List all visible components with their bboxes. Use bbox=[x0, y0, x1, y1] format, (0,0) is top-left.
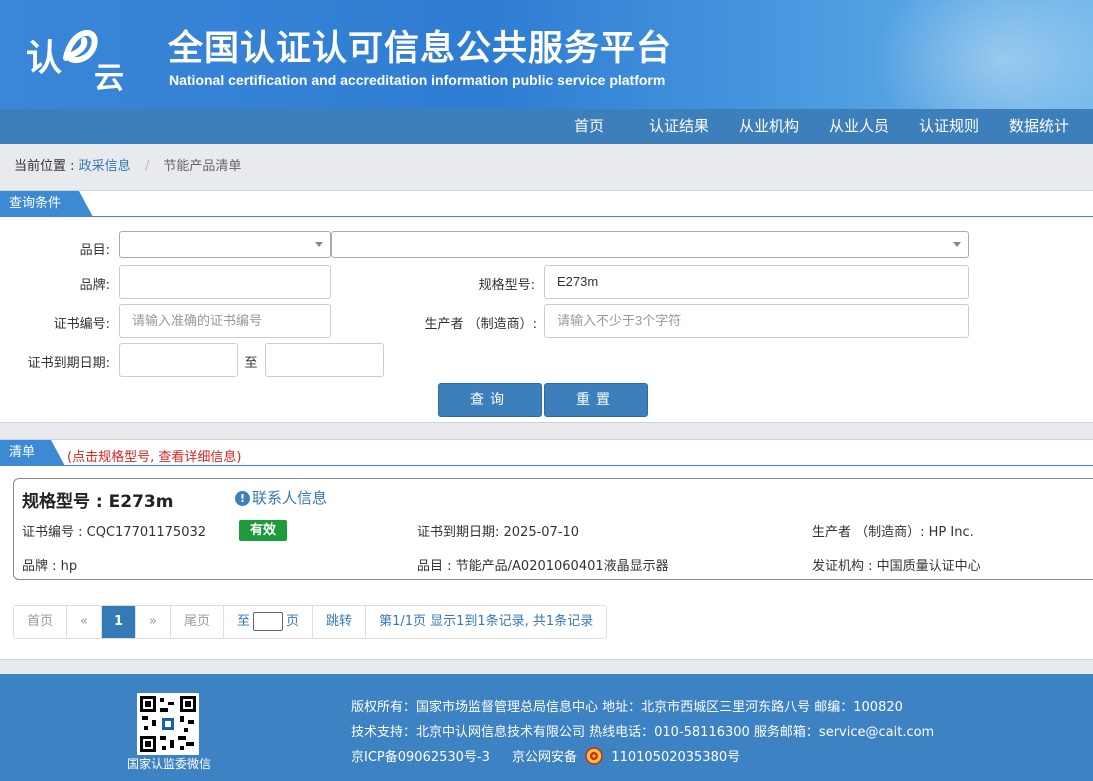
expiry-from-input[interactable] bbox=[119, 343, 238, 377]
category-select-1[interactable] bbox=[119, 231, 331, 258]
page-current[interactable]: 1 bbox=[101, 606, 137, 638]
svg-text:云: 云 bbox=[94, 61, 124, 96]
expiry-value: 证书到期日期: 2025-07-10 bbox=[417, 525, 580, 540]
cert-no-field[interactable] bbox=[132, 305, 330, 336]
model-input[interactable] bbox=[544, 265, 969, 299]
cert-no-input[interactable] bbox=[119, 304, 331, 338]
to-label: 至 bbox=[244, 356, 258, 371]
list-tab: 清单 bbox=[0, 440, 65, 466]
qr-code-icon bbox=[140, 696, 196, 752]
page-last[interactable]: 尾页 bbox=[171, 606, 225, 638]
footer-copyright: 版权所有：国家市场监督管理总局信息中心 地址：北京市西城区三里河东路八号 邮编：… bbox=[351, 700, 903, 715]
producer-label: 生产者 （制造商）: bbox=[424, 317, 537, 332]
qr-label: 国家认监委微信 bbox=[127, 757, 212, 771]
nav-item-cert-results[interactable]: 认证结果 bbox=[649, 109, 709, 144]
expiry-to-field[interactable] bbox=[278, 344, 383, 375]
page-next[interactable]: » bbox=[136, 606, 171, 638]
expiry-label: 证书到期日期: bbox=[27, 356, 110, 371]
site-logo[interactable]: 认 云 bbox=[24, 18, 134, 96]
nav-item-cert-rules[interactable]: 认证规则 bbox=[919, 109, 979, 144]
cert-no-value: 证书编号 : CQC17701175032 bbox=[22, 525, 207, 540]
issuer-value: 发证机构 : 中国质量认证中心 bbox=[812, 559, 981, 574]
page-jump-button[interactable]: 跳转 bbox=[313, 606, 367, 638]
brand-label: 品牌: bbox=[79, 278, 110, 293]
police-badge-icon bbox=[585, 747, 603, 765]
header-decoration bbox=[873, 0, 1093, 109]
nav-item-home[interactable]: 首页 bbox=[574, 109, 604, 144]
query-panel: 查询条件 品目: 品牌: 规格型号: 证书编号: 生产者 （制造商）: 证书到期… bbox=[0, 190, 1093, 423]
page-goto-prefix: 至 bbox=[237, 614, 251, 629]
category-value: 品目 : 节能产品/A0201060401液晶显示器 bbox=[417, 559, 669, 574]
brand-field[interactable] bbox=[132, 266, 330, 297]
breadcrumb-link[interactable]: 政采信息 bbox=[79, 159, 131, 174]
producer-field[interactable] bbox=[557, 305, 968, 336]
category-label: 品目: bbox=[79, 243, 110, 258]
site-subtitle: National certification and accreditation… bbox=[169, 72, 666, 88]
page-summary: 第1/1页 显示1到1条记录, 共1条记录 bbox=[379, 614, 594, 629]
contact-info-link[interactable]: ! 联系人信息 bbox=[235, 487, 327, 508]
status-badge: 有效 bbox=[239, 520, 287, 541]
site-header: 认 云 全国认证认可信息公共服务平台 National certificatio… bbox=[0, 0, 1093, 109]
footer-registration: 京ICP备09062530号-3 京公网安备 11010502035380号 bbox=[351, 746, 740, 765]
nav-item-personnel[interactable]: 从业人员 bbox=[829, 109, 889, 144]
expiry-from-field[interactable] bbox=[132, 344, 237, 375]
breadcrumb-prefix: 当前位置 : bbox=[14, 159, 75, 174]
police-label[interactable]: 京公网安备 bbox=[512, 750, 577, 765]
model-field[interactable] bbox=[557, 266, 968, 297]
page-prev[interactable]: « bbox=[67, 606, 102, 638]
brand-input[interactable] bbox=[119, 265, 331, 299]
expiry-to-input[interactable] bbox=[265, 343, 384, 377]
breadcrumb-current: 节能产品清单 bbox=[163, 159, 242, 174]
category-select-2[interactable] bbox=[331, 231, 969, 258]
brand-value: 品牌 : hp bbox=[22, 559, 78, 574]
page-goto-suffix: 页 bbox=[286, 614, 300, 629]
svg-text:认: 认 bbox=[26, 38, 62, 79]
panel-divider bbox=[0, 216, 1093, 217]
wechat-qr-code bbox=[137, 693, 199, 755]
breadcrumb-separator: / bbox=[144, 159, 150, 174]
page-first[interactable]: 首页 bbox=[14, 606, 68, 638]
info-icon: ! bbox=[235, 491, 250, 506]
site-title: 全国认证认可信息公共服务平台 bbox=[168, 29, 673, 69]
cert-no-label: 证书编号: bbox=[53, 317, 110, 332]
chevron-down-icon bbox=[315, 242, 323, 247]
site-footer: 国家认监委微信 版权所有：国家市场监督管理总局信息中心 地址：北京市西城区三里河… bbox=[0, 674, 1093, 781]
contact-info-label: 联系人信息 bbox=[252, 489, 328, 507]
breadcrumb: 当前位置 : 政采信息 / 节能产品清单 bbox=[0, 144, 1093, 190]
panel-divider bbox=[0, 465, 1093, 466]
chevron-down-icon bbox=[953, 242, 961, 247]
page-goto: 至页 bbox=[224, 606, 314, 638]
icp-link[interactable]: 京ICP备09062530号-3 bbox=[351, 750, 490, 765]
producer-input[interactable] bbox=[544, 304, 969, 338]
search-button[interactable]: 查询 bbox=[438, 383, 542, 417]
producer-value: 生产者 （制造商）: HP Inc. bbox=[812, 525, 974, 540]
nav-item-institutions[interactable]: 从业机构 bbox=[739, 109, 799, 144]
footer-support: 技术支持：北京中认网信息技术有限公司 热线电话：010-58116300 服务邮… bbox=[351, 725, 935, 740]
list-hint: (点击规格型号, 查看详细信息) bbox=[67, 450, 242, 465]
result-card: 规格型号 : E273m ! 联系人信息 证书编号 : CQC1770117503… bbox=[13, 478, 1093, 580]
model-label: 规格型号: bbox=[478, 278, 535, 293]
query-tab: 查询条件 bbox=[0, 191, 93, 217]
police-number[interactable]: 11010502035380号 bbox=[611, 750, 740, 765]
pagination: 首页 « 1 » 尾页 至页 跳转 第1/1页 显示1到1条记录, 共1条记录 bbox=[13, 605, 608, 639]
result-panel: 清单 (点击规格型号, 查看详细信息) 规格型号 : E273m ! 联系人信息 … bbox=[0, 439, 1093, 660]
model-link[interactable]: 规格型号 : E273m bbox=[22, 487, 173, 512]
nav-item-statistics[interactable]: 数据统计 bbox=[1009, 109, 1069, 144]
reset-button[interactable]: 重置 bbox=[544, 383, 648, 417]
main-nav: 首页 认证结果 从业机构 从业人员 认证规则 数据统计 bbox=[0, 109, 1093, 144]
page-number-input[interactable] bbox=[253, 612, 284, 631]
